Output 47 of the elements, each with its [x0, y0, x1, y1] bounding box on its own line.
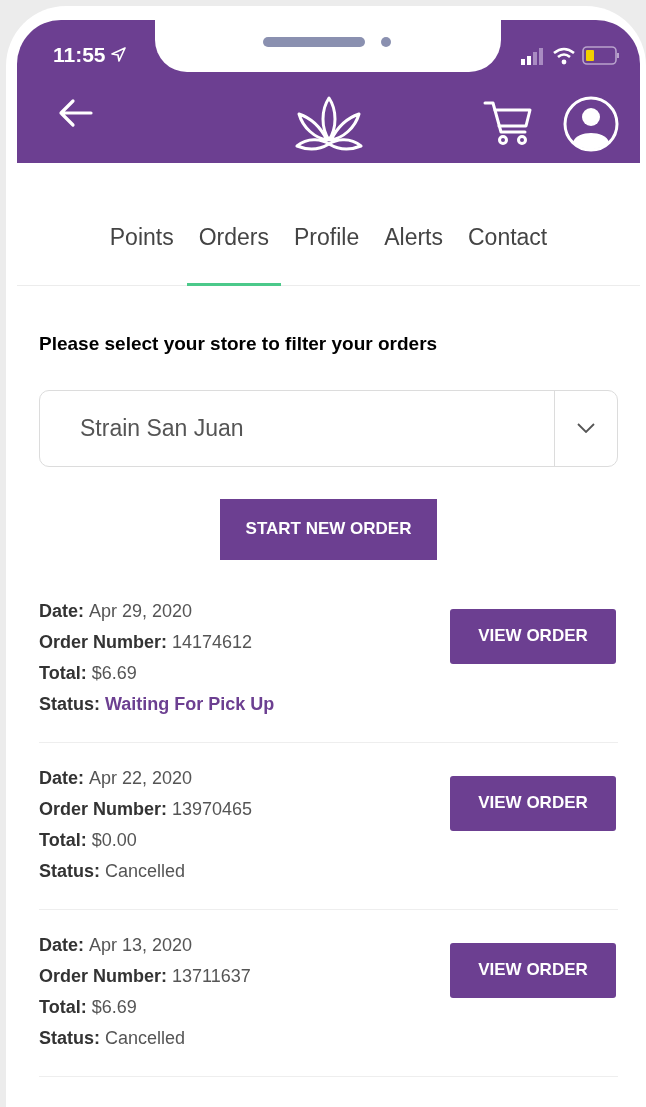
- field-value: 14174612: [172, 630, 253, 654]
- camera-icon: [381, 37, 391, 47]
- start-new-order-button[interactable]: START NEW ORDER: [220, 498, 437, 560]
- field-value: Cancelled: [105, 859, 186, 883]
- back-arrow-icon[interactable]: [57, 98, 93, 128]
- view-order-button[interactable]: VIEW ORDER: [450, 608, 616, 664]
- field-label: Date:: [39, 766, 84, 790]
- nav-tab[interactable]: Profile: [294, 220, 360, 286]
- nav-tab[interactable]: Contact: [468, 220, 548, 286]
- field-value: 13970465: [172, 797, 253, 821]
- field-label: Total:: [39, 995, 87, 1019]
- field-value: Apr 13, 2020: [89, 933, 193, 957]
- profile-avatar-icon[interactable]: [563, 96, 619, 152]
- field-label: Date:: [39, 599, 84, 623]
- field-label: Status:: [39, 692, 100, 716]
- view-order-button[interactable]: VIEW ORDER: [450, 775, 616, 831]
- view-order-button[interactable]: VIEW ORDER: [450, 942, 616, 998]
- field-value: Apr 29, 2020: [89, 599, 193, 623]
- store-select[interactable]: Strain San Juan: [39, 389, 618, 467]
- cart-icon[interactable]: [483, 100, 533, 146]
- location-icon: [110, 47, 126, 62]
- nav-tab[interactable]: Points: [109, 220, 174, 286]
- field-value: $0.00: [91, 828, 137, 852]
- filter-prompt: Please select your store to filter your orders: [39, 332, 439, 356]
- field-value: $6.69: [91, 661, 137, 685]
- leaf-logo-icon: [295, 96, 363, 152]
- signal-icon: [521, 46, 546, 65]
- wifi-icon: [552, 46, 576, 65]
- field-label: Status:: [39, 1026, 100, 1050]
- field-label: Order Number:: [39, 797, 168, 821]
- battery-icon: [582, 46, 620, 65]
- field-value: 13711637: [172, 964, 251, 988]
- field-label: Order Number:: [39, 964, 168, 988]
- nav-tab[interactable]: Orders: [186, 220, 281, 286]
- field-value: $6.69: [91, 995, 137, 1019]
- field-label: Date:: [39, 933, 84, 957]
- status-time: 11:55: [53, 44, 106, 65]
- field-value: Cancelled: [105, 1026, 186, 1050]
- field-value: Waiting For Pick Up: [105, 692, 275, 716]
- chevron-down-icon: [577, 423, 595, 433]
- field-label: Status:: [39, 859, 100, 883]
- nav-tab[interactable]: Alerts: [384, 220, 443, 286]
- field-label: Total:: [39, 828, 87, 852]
- speaker-icon: [263, 37, 365, 47]
- field-label: Order Number:: [39, 630, 168, 654]
- field-label: Total:: [39, 661, 87, 685]
- field-value: Apr 22, 2020: [89, 766, 193, 790]
